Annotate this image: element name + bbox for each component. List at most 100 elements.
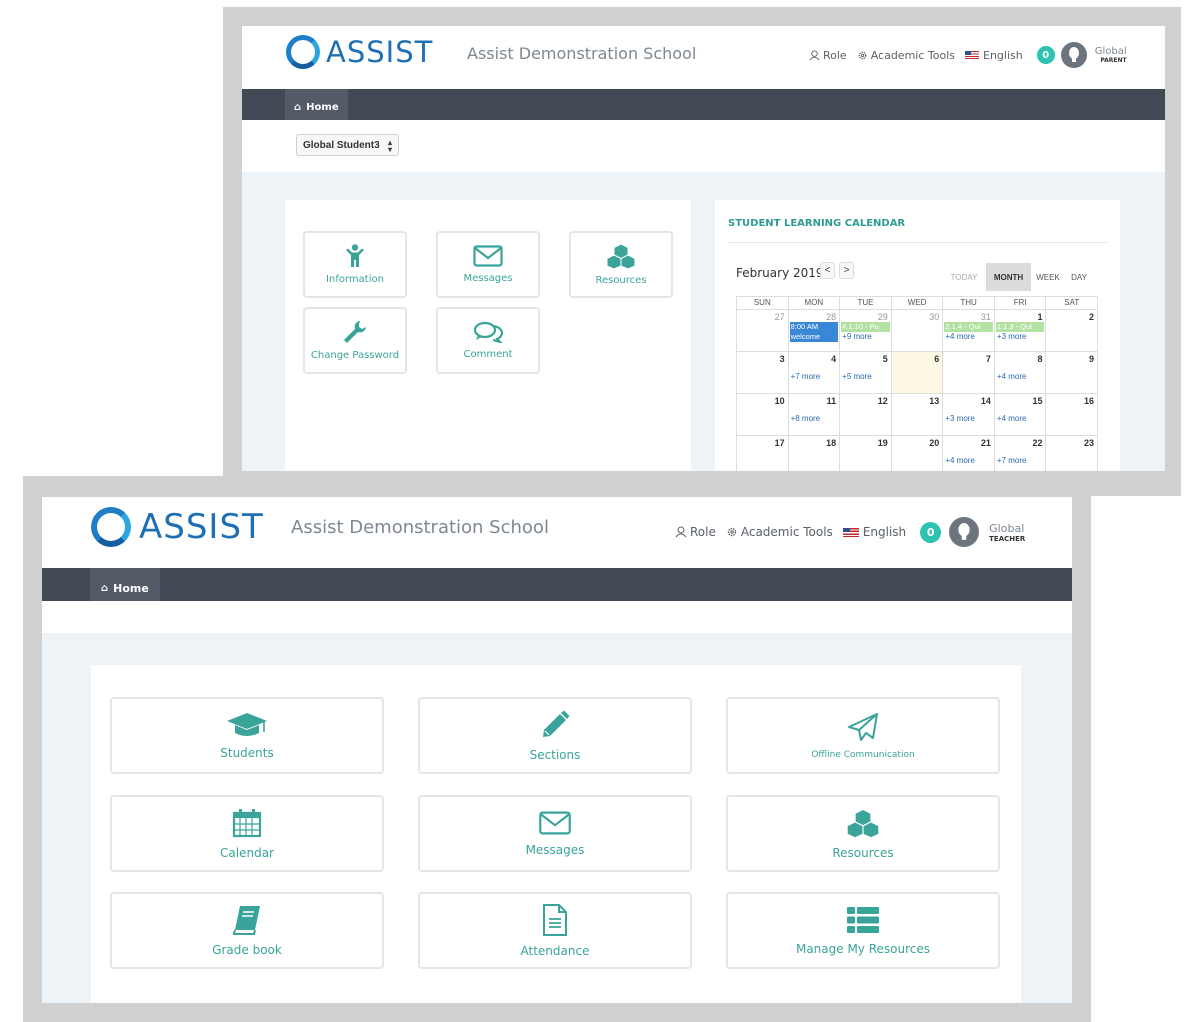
calendar-day-cell[interactable]: 22 +7 more <box>995 436 1047 471</box>
school-name: Assist Demonstration School <box>467 44 697 63</box>
tile-comment[interactable]: Comment <box>436 307 540 374</box>
more-events-link[interactable]: +9 more <box>842 332 872 341</box>
avatar-silhouette-icon <box>958 523 970 540</box>
notification-badge[interactable]: 0 <box>920 521 942 543</box>
view-week-button[interactable]: WEEK <box>1031 263 1065 291</box>
tile-label: Resources <box>595 275 647 286</box>
more-events-link[interactable]: +3 more <box>997 332 1027 341</box>
calendar-next-button[interactable]: > <box>839 262 854 279</box>
teacher-header: ASSIST Assist Demonstration School Role … <box>42 497 1072 568</box>
user-icon <box>809 49 820 60</box>
tile-resources[interactable]: Resources <box>726 795 1000 872</box>
calendar-day-cell[interactable]: 20 <box>892 436 944 471</box>
tile-information[interactable]: Information <box>303 231 407 298</box>
more-events-link[interactable]: +3 more <box>945 414 975 423</box>
tile-messages[interactable]: Messages <box>436 231 540 298</box>
user-menu[interactable]: Global TEACHER <box>989 522 1025 543</box>
calendar-day-cell[interactable]: 9 <box>1046 352 1099 393</box>
tile-offline-communication[interactable]: Offline Communication <box>726 697 1000 774</box>
user-menu[interactable]: Global PARENT <box>1095 46 1127 64</box>
tile-calendar[interactable]: Calendar <box>110 795 384 872</box>
calendar-day-cell[interactable]: 29 4.1.10 - Pu +9 more <box>840 310 892 351</box>
tile-students[interactable]: Students <box>110 697 384 774</box>
envelope-icon <box>473 245 503 267</box>
tile-sections[interactable]: Sections <box>418 697 692 774</box>
more-events-link[interactable]: +4 more <box>997 414 1027 423</box>
more-events-link[interactable]: +4 more <box>945 456 975 465</box>
calendar-day-cell[interactable]: 5 +5 more <box>840 352 892 393</box>
calendar-day-cell[interactable]: 13 <box>892 394 944 435</box>
role-link[interactable]: Role <box>809 49 847 62</box>
student-select[interactable]: Global Student3 ▴ ▾ <box>296 134 399 156</box>
view-today-button[interactable]: TODAY <box>942 263 986 291</box>
more-events-link[interactable]: +7 more <box>791 372 821 381</box>
home-icon: ⌂ <box>101 582 109 594</box>
calendar-icon <box>232 808 262 837</box>
tile-resources[interactable]: Resources <box>569 231 673 298</box>
calendar-day-cell[interactable]: 3 <box>737 352 789 393</box>
calendar-day-cell[interactable]: 27 <box>737 310 789 351</box>
day-number: 21 <box>980 438 991 448</box>
view-month-button[interactable]: MONTH <box>986 263 1031 291</box>
calendar-day-cell[interactable]: 23 <box>1046 436 1099 471</box>
calendar-day-cell[interactable]: 14 +3 more <box>943 394 995 435</box>
calendar-prev-button[interactable]: < <box>820 262 835 279</box>
calendar-day-cell-today[interactable]: 6 <box>891 352 944 393</box>
more-events-link[interactable]: +7 more <box>997 456 1027 465</box>
calendar-day-cell[interactable]: 19 <box>840 436 892 471</box>
calendar-day-cell[interactable]: 8 +4 more <box>995 352 1047 393</box>
calendar-event[interactable]: 2.1.4 - Qui <box>944 322 993 332</box>
more-events-link[interactable]: +5 more <box>842 372 872 381</box>
day-number: 3 <box>779 354 785 364</box>
language-link[interactable]: English <box>965 49 1023 62</box>
calendar-day-cell[interactable]: 17 <box>737 436 789 471</box>
view-day-button[interactable]: DAY <box>1065 263 1093 291</box>
calendar-day-cell[interactable]: 4 +7 more <box>789 352 841 393</box>
calendar-day-cell[interactable]: 21 +4 more <box>943 436 995 471</box>
tile-messages[interactable]: Messages <box>418 795 692 872</box>
notification-badge[interactable]: 0 <box>1036 46 1055 64</box>
calendar-day-cell[interactable]: 30 <box>892 310 944 351</box>
calendar-week-row: 27 28 8:00 AM welcome 29 4.1.10 - Pu +9 more 30… <box>737 310 1099 352</box>
calendar-day-cell[interactable]: 10 <box>737 394 789 435</box>
calendar-day-cell[interactable]: 28 8:00 AM welcome <box>789 310 841 351</box>
calendar-event[interactable]: 1.1.3 - Qui <box>995 322 1045 332</box>
calendar-day-cell[interactable]: 2 <box>1046 310 1099 351</box>
calendar-day-cell[interactable]: 11 +8 more <box>789 394 841 435</box>
calendar-event[interactable]: welcome <box>789 332 839 342</box>
calendar-day-cell[interactable]: 1 1.1.3 - Qui +3 more <box>995 310 1047 351</box>
calendar-day-cell[interactable]: 15 +4 more <box>995 394 1047 435</box>
tile-label: Change Password <box>310 350 400 361</box>
assist-logo[interactable]: ASSIST <box>286 35 433 69</box>
tile-change-password[interactable]: Change Password <box>303 307 407 374</box>
tile-grade-book[interactable]: Grade book <box>110 892 384 969</box>
academic-tools-link[interactable]: Academic Tools <box>726 525 833 539</box>
academic-tools-link[interactable]: Academic Tools <box>857 49 955 62</box>
day-number: 10 <box>774 396 785 406</box>
more-events-link[interactable]: +4 more <box>997 372 1027 381</box>
more-events-link[interactable]: +4 more <box>945 332 975 341</box>
calendar-day-cell[interactable]: 18 <box>789 436 841 471</box>
more-events-link[interactable]: +8 more <box>791 414 821 423</box>
calendar-week-row: 3 4 +7 more 5 +5 more 6 7 8 +4 more 9 <box>737 352 1099 394</box>
paper-plane-icon <box>848 712 878 741</box>
subbar <box>42 601 1072 633</box>
day-number: 15 <box>1032 396 1043 406</box>
avatar[interactable] <box>949 517 980 547</box>
role-link[interactable]: Role <box>675 525 716 539</box>
language-label: English <box>862 525 907 539</box>
us-flag-icon <box>842 527 859 537</box>
calendar-month-label: February 2019 <box>736 266 824 280</box>
tile-attendance[interactable]: Attendance <box>418 892 692 969</box>
calendar-day-cell[interactable]: 7 <box>943 352 995 393</box>
avatar[interactable] <box>1060 42 1087 68</box>
user-name: Global <box>1094 46 1127 57</box>
calendar-day-cell[interactable]: 16 <box>1046 394 1099 435</box>
calendar-day-cell[interactable]: 31 2.1.4 - Qui +4 more <box>943 310 995 351</box>
calendar-day-cell[interactable]: 12 <box>840 394 892 435</box>
language-link[interactable]: English <box>842 525 907 539</box>
assist-logo[interactable]: ASSIST <box>91 507 264 547</box>
calendar-event[interactable]: 4.1.10 - Pu <box>841 322 890 332</box>
tile-manage-my-resources[interactable]: Manage My Resources <box>726 892 1000 969</box>
calendar-event[interactable]: 8:00 AM <box>789 322 839 332</box>
